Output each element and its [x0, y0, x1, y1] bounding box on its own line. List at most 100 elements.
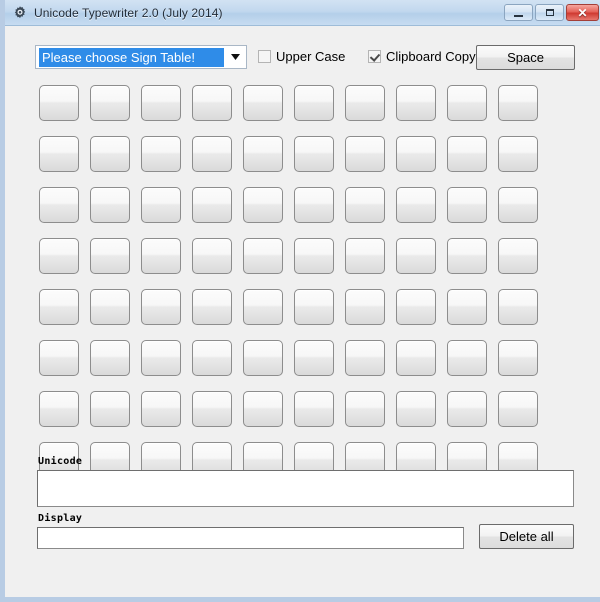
sign-key-button[interactable]	[39, 289, 79, 325]
sign-key-button[interactable]	[396, 289, 436, 325]
sign-key-button[interactable]	[90, 85, 130, 121]
clipboard-copy-label: Clipboard Copy	[386, 49, 476, 64]
sign-key-button[interactable]	[141, 238, 181, 274]
title-bar: Unicode Typewriter 2.0 (July 2014) ✕	[5, 0, 600, 26]
title-bar-left: Unicode Typewriter 2.0 (July 2014)	[5, 5, 504, 21]
sign-key-button[interactable]	[396, 391, 436, 427]
sign-key-button[interactable]	[294, 136, 334, 172]
sign-key-button[interactable]	[141, 136, 181, 172]
sign-key-button[interactable]	[498, 391, 538, 427]
sign-key-button[interactable]	[345, 340, 385, 376]
sign-key-button[interactable]	[294, 85, 334, 121]
sign-key-button[interactable]	[243, 391, 283, 427]
client-area: Please choose Sign Table! Upper Case Cli…	[10, 26, 600, 597]
sign-key-button[interactable]	[345, 391, 385, 427]
sign-key-button[interactable]	[294, 340, 334, 376]
sign-key-button[interactable]	[396, 238, 436, 274]
sign-key-button[interactable]	[39, 238, 79, 274]
display-output-field[interactable]	[37, 527, 464, 549]
sign-key-button[interactable]	[141, 187, 181, 223]
sign-key-button[interactable]	[90, 187, 130, 223]
sign-key-button[interactable]	[345, 289, 385, 325]
sign-key-button[interactable]	[192, 340, 232, 376]
sign-key-button[interactable]	[498, 136, 538, 172]
sign-key-button[interactable]	[345, 85, 385, 121]
sign-key-button[interactable]	[192, 289, 232, 325]
sign-key-button[interactable]	[141, 85, 181, 121]
sign-key-button[interactable]	[447, 238, 487, 274]
clipboard-copy-checkbox[interactable]: Clipboard Copy	[368, 49, 476, 64]
gear-sprocket-icon	[14, 5, 26, 18]
sign-key-button[interactable]	[39, 391, 79, 427]
sign-key-button[interactable]	[447, 391, 487, 427]
sign-key-button[interactable]	[192, 85, 232, 121]
sign-key-grid	[39, 85, 571, 478]
sign-key-button[interactable]	[447, 85, 487, 121]
space-button[interactable]: Space	[476, 45, 575, 70]
sign-key-button[interactable]	[141, 391, 181, 427]
sign-key-button[interactable]	[90, 136, 130, 172]
clipboard-copy-checkbox-box[interactable]	[368, 50, 381, 63]
sign-key-button[interactable]	[243, 85, 283, 121]
sign-key-button[interactable]	[243, 136, 283, 172]
sign-key-button[interactable]	[243, 238, 283, 274]
chevron-down-icon[interactable]	[224, 46, 246, 68]
sign-key-button[interactable]	[396, 136, 436, 172]
sign-key-button[interactable]	[345, 136, 385, 172]
sign-key-button[interactable]	[498, 289, 538, 325]
sign-key-button[interactable]	[498, 238, 538, 274]
sign-key-button[interactable]	[243, 289, 283, 325]
sign-table-dropdown[interactable]: Please choose Sign Table!	[35, 45, 247, 69]
application-window: Unicode Typewriter 2.0 (July 2014) ✕ Ple…	[0, 0, 600, 602]
sign-key-button[interactable]	[447, 289, 487, 325]
sign-table-selected-value: Please choose Sign Table!	[39, 47, 224, 67]
sign-key-button[interactable]	[141, 340, 181, 376]
window-controls: ✕	[504, 4, 600, 21]
sign-key-button[interactable]	[447, 340, 487, 376]
sign-key-button[interactable]	[90, 391, 130, 427]
delete-all-button[interactable]: Delete all	[479, 524, 574, 549]
minimize-icon	[514, 14, 523, 17]
sign-key-button[interactable]	[192, 238, 232, 274]
minimize-button[interactable]	[504, 4, 533, 21]
maximize-icon	[545, 9, 554, 16]
sign-key-button[interactable]	[192, 187, 232, 223]
sign-key-button[interactable]	[447, 187, 487, 223]
window-title: Unicode Typewriter 2.0 (July 2014)	[34, 5, 223, 20]
maximize-button[interactable]	[535, 4, 564, 21]
sign-key-button[interactable]	[345, 238, 385, 274]
sign-key-button[interactable]	[294, 238, 334, 274]
sign-key-button[interactable]	[39, 340, 79, 376]
sign-key-button[interactable]	[498, 85, 538, 121]
display-label: Display	[38, 513, 83, 524]
upper-case-checkbox-box[interactable]	[258, 50, 271, 63]
sign-key-button[interactable]	[90, 340, 130, 376]
sign-key-button[interactable]	[396, 85, 436, 121]
sign-key-button[interactable]	[39, 85, 79, 121]
sign-key-button[interactable]	[294, 289, 334, 325]
sign-key-button[interactable]	[192, 391, 232, 427]
sign-key-button[interactable]	[396, 340, 436, 376]
sign-key-button[interactable]	[90, 289, 130, 325]
unicode-label: Unicode	[38, 456, 83, 467]
sign-key-button[interactable]	[39, 187, 79, 223]
toolbar: Please choose Sign Table! Upper Case Cli…	[10, 26, 600, 74]
sign-key-button[interactable]	[39, 136, 79, 172]
close-button[interactable]: ✕	[566, 4, 599, 21]
close-icon: ✕	[577, 5, 588, 20]
unicode-output-field[interactable]	[37, 470, 574, 507]
sign-key-button[interactable]	[141, 289, 181, 325]
sign-key-button[interactable]	[498, 187, 538, 223]
sign-key-button[interactable]	[447, 136, 487, 172]
sign-key-button[interactable]	[90, 238, 130, 274]
sign-key-button[interactable]	[345, 187, 385, 223]
sign-key-button[interactable]	[294, 391, 334, 427]
upper-case-checkbox[interactable]: Upper Case	[258, 49, 345, 64]
sign-key-button[interactable]	[243, 187, 283, 223]
sign-key-button[interactable]	[192, 136, 232, 172]
sign-key-button[interactable]	[498, 340, 538, 376]
sign-key-button[interactable]	[243, 340, 283, 376]
upper-case-label: Upper Case	[276, 49, 346, 64]
sign-key-button[interactable]	[396, 187, 436, 223]
sign-key-button[interactable]	[294, 187, 334, 223]
